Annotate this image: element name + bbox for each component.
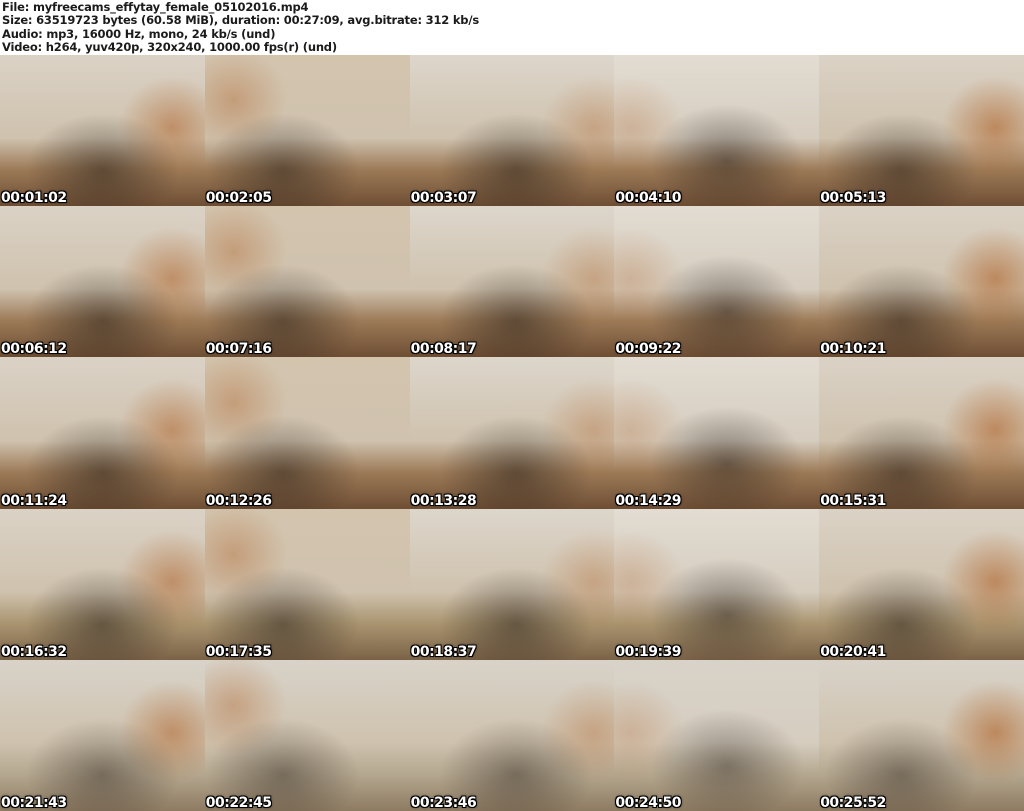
timestamp-label: 00:08:17 [410,341,477,358]
thumbnail-image [614,55,820,207]
thumbnail-image [0,206,205,358]
timestamp-label: 00:15:31 [820,492,886,509]
thumbnail-image [819,55,1024,207]
thumbnail-image [819,508,1024,660]
timestamp-label: 00:25:52 [820,794,886,811]
thumbnail-image [204,357,410,509]
thumbnail-image [204,206,410,358]
thumbnail-grid: 00:01:02 00:02:05 00:03:07 00:04:10 00:0… [0,55,1024,811]
thumbnail-image [614,206,820,358]
thumbnail-image [204,508,410,660]
file-name-line: File: myfreecams_effytay_female_05102016… [2,0,309,14]
video-thumbnail: 00:16:32 [0,508,205,660]
timestamp-label: 00:11:24 [1,492,67,509]
thumbnail-image [0,508,205,660]
timestamp-label: 00:04:10 [615,190,682,207]
video-thumbnail: 00:01:02 [0,55,205,207]
thumbnail-image [409,357,615,509]
timestamp-label: 00:20:41 [820,643,886,660]
timestamp-label: 00:02:05 [205,190,272,207]
timestamp-label: 00:01:02 [1,190,67,207]
thumbnail-image [819,357,1024,509]
thumbnail-image [409,659,615,811]
timestamp-label: 00:14:29 [615,492,682,509]
thumbnail-image [819,659,1024,811]
thumbnail-image [819,206,1024,358]
thumbnail-image [204,659,410,811]
thumbnail-image [0,659,205,811]
thumbnail-image [0,55,205,207]
thumbnail-image [204,55,410,207]
video-thumbnail: 00:08:17 [409,206,615,358]
video-thumbnail: 00:18:37 [409,508,615,660]
video-thumbnail: 00:17:35 [204,508,410,660]
timestamp-label: 00:24:50 [615,794,682,811]
video-thumbnail: 00:25:52 [819,659,1024,811]
video-thumbnail: 00:09:22 [614,206,820,358]
file-size-line: Size: 63519723 bytes (60.58 MiB), durati… [2,13,479,28]
audio-info-line: Audio: mp3, 16000 Hz, mono, 24 kb/s (und… [2,26,276,41]
timestamp-label: 00:07:16 [205,341,272,358]
video-thumbnail: 00:07:16 [204,206,410,358]
timestamp-label: 00:05:13 [820,190,886,207]
timestamp-label: 00:06:12 [1,341,67,358]
video-thumbnail: 00:12:26 [204,357,410,509]
thumbnail-image [409,206,615,358]
video-thumbnail: 00:03:07 [409,55,615,207]
video-thumbnail: 00:05:13 [819,55,1024,207]
thumbnail-image [409,508,615,660]
thumbnail-image [614,659,820,811]
thumbnail-image [409,55,615,207]
video-thumbnail: 00:23:46 [409,659,615,811]
timestamp-label: 00:18:37 [410,643,477,660]
file-info-header: File: myfreecams_effytay_female_05102016… [0,0,1024,55]
video-thumbnail: 00:24:50 [614,659,820,811]
timestamp-label: 00:19:39 [615,643,682,660]
timestamp-label: 00:17:35 [205,643,272,660]
video-thumbnail: 00:02:05 [204,55,410,207]
video-thumbnail: 00:19:39 [614,508,820,660]
thumbnail-image [0,357,205,509]
timestamp-label: 00:09:22 [615,341,682,358]
timestamp-label: 00:03:07 [410,190,477,207]
timestamp-label: 00:12:26 [205,492,272,509]
thumbnail-image [614,508,820,660]
thumbnail-image [614,357,820,509]
timestamp-label: 00:16:32 [1,643,67,660]
video-thumbnail: 00:20:41 [819,508,1024,660]
timestamp-label: 00:10:21 [820,341,886,358]
video-thumbnail: 00:11:24 [0,357,205,509]
timestamp-label: 00:21:43 [1,794,67,811]
video-thumbnail: 00:06:12 [0,206,205,358]
video-info-line: Video: h264, yuv420p, 320x240, 1000.00 f… [2,40,337,55]
video-thumbnail: 00:14:29 [614,357,820,509]
video-thumbnail: 00:22:45 [204,659,410,811]
timestamp-label: 00:22:45 [205,794,272,811]
video-thumbnail: 00:10:21 [819,206,1024,358]
video-thumbnail: 00:15:31 [819,357,1024,509]
timestamp-label: 00:23:46 [410,794,477,811]
video-thumbnail: 00:13:28 [409,357,615,509]
video-thumbnail: 00:21:43 [0,659,205,811]
video-thumbnail: 00:04:10 [614,55,820,207]
timestamp-label: 00:13:28 [410,492,477,509]
